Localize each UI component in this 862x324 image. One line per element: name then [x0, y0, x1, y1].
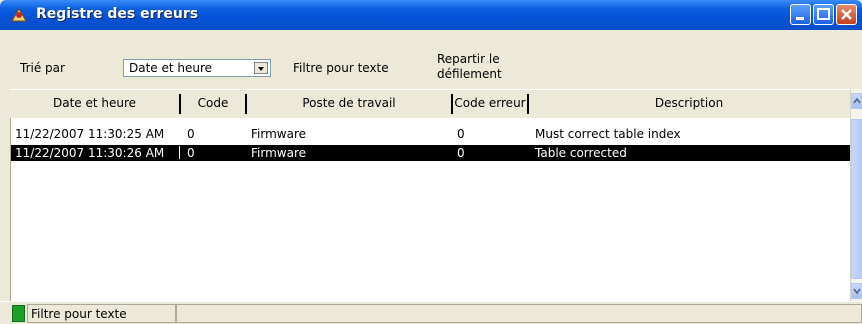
cell-code: 0: [187, 146, 195, 160]
status-bar: Filtre pour texte: [0, 301, 862, 324]
column-header-date[interactable]: Date et heure: [10, 90, 179, 117]
scroll-reset-label-line2[interactable]: défilement: [437, 67, 502, 81]
table-row-selected[interactable]: 11/22/2007 11:30:26 AM 0 Firmware 0 Tabl…: [11, 145, 851, 161]
cell-code: 0: [187, 127, 195, 141]
column-header-poste[interactable]: Poste de travail: [247, 90, 451, 117]
cell-date: 11/22/2007 11:30:26 AM: [15, 146, 165, 160]
vertical-scrollbar[interactable]: [850, 89, 862, 301]
status-panel-empty: [176, 304, 862, 323]
cell-divider: [179, 146, 180, 159]
status-indicator-icon: [12, 305, 25, 322]
title-bar[interactable]: Registre des erreurs: [0, 0, 862, 30]
sort-dropdown-value: Date et heure: [129, 61, 213, 75]
app-icon: [11, 8, 27, 22]
sort-label: Trié par: [20, 61, 65, 75]
cell-poste: Firmware: [251, 146, 306, 160]
error-list[interactable]: 11/22/2007 11:30:25 AM 0 Firmware 0 Must…: [10, 118, 851, 301]
chevron-up-icon: [853, 97, 861, 104]
cell-poste: Firmware: [251, 127, 306, 141]
minimize-icon: [796, 17, 804, 20]
column-header-description[interactable]: Description: [529, 90, 849, 117]
maximize-icon: [817, 8, 830, 20]
status-text: Filtre pour texte: [31, 307, 127, 321]
window-title: Registre des erreurs: [36, 6, 199, 22]
cell-date: 11/22/2007 11:30:25 AM: [15, 127, 165, 141]
close-button[interactable]: [836, 4, 857, 25]
maximize-button[interactable]: [813, 4, 834, 25]
column-separator[interactable]: [179, 94, 181, 114]
scroll-up-button[interactable]: [851, 93, 862, 109]
cell-code-erreur: 0: [457, 127, 465, 141]
sort-dropdown[interactable]: Date et heure: [123, 59, 271, 77]
column-header-code[interactable]: Code: [183, 90, 243, 117]
scroll-reset-label-line1[interactable]: Repartir le: [437, 52, 500, 66]
scroll-down-button[interactable]: [851, 283, 862, 299]
scroll-thumb[interactable]: [851, 119, 862, 279]
cell-description: Must correct table index: [535, 127, 681, 141]
cell-description: Table corrected: [535, 146, 627, 160]
close-icon: [841, 9, 852, 20]
minimize-button[interactable]: [790, 4, 811, 25]
chevron-down-icon[interactable]: [254, 62, 268, 74]
cell-code-erreur: 0: [457, 146, 465, 160]
chevron-down-icon: [853, 288, 861, 295]
table-row[interactable]: 11/22/2007 11:30:25 AM 0 Firmware 0 Must…: [11, 126, 851, 142]
filter-text-label[interactable]: Filtre pour texte: [293, 61, 389, 75]
table-header: Date et heure Code Poste de travail Code…: [10, 89, 850, 119]
column-header-code-erreur[interactable]: Code erreur: [453, 90, 527, 117]
